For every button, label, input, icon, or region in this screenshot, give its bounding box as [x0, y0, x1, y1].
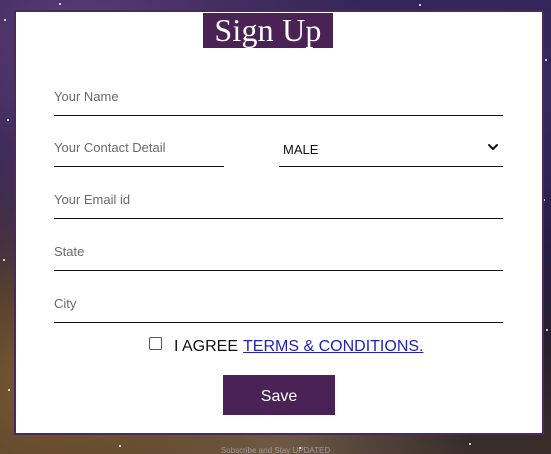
name-input[interactable] [54, 83, 503, 115]
name-field-wrapper [54, 83, 503, 116]
save-button[interactable]: Save [223, 375, 335, 415]
agree-checkbox[interactable] [149, 337, 162, 350]
state-input[interactable] [54, 238, 503, 270]
contact-field-wrapper [54, 134, 224, 167]
terms-link[interactable]: TERMS & CONDITIONS. [243, 338, 423, 356]
chevron-down-icon [488, 144, 498, 150]
city-field-wrapper [54, 290, 503, 323]
gender-select[interactable]: MALE [279, 134, 503, 167]
email-field-wrapper [54, 186, 503, 219]
state-field-wrapper [54, 238, 503, 271]
agree-label: I AGREE [174, 338, 239, 355]
gender-select-value: MALE [283, 142, 319, 157]
contact-input[interactable] [54, 134, 224, 166]
city-input[interactable] [54, 290, 503, 322]
footer-subscribe-text: Subscribe and Stay UPDATED [220, 446, 331, 454]
agreement-row: I AGREE TERMS & CONDITIONS. [149, 336, 423, 358]
email-input[interactable] [54, 186, 503, 218]
signup-card [14, 10, 544, 435]
page-title: Sign Up [203, 13, 333, 48]
